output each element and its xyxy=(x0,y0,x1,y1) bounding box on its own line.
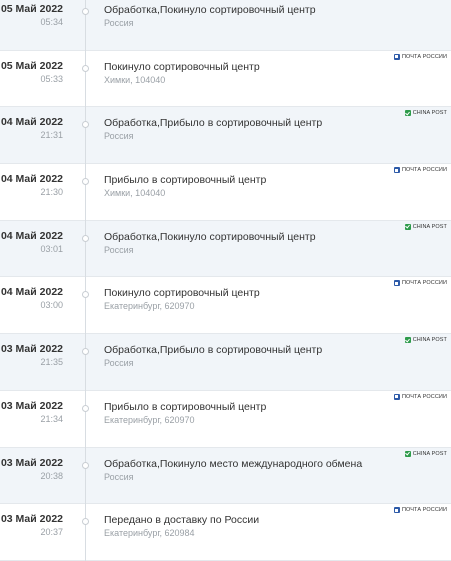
pochta-rossii-logo-icon xyxy=(393,280,400,287)
event-status: Покинуло сортировочный центр xyxy=(104,60,260,73)
event-date: 03 Май 2022 xyxy=(0,343,63,356)
tracking-event-row: 05 Май 2022 05:34 Обработка,Покинуло сорти… xyxy=(0,0,451,51)
event-time: 03:00 xyxy=(40,300,63,311)
tracking-event-row: 03 Май 2022 21:35 Обработка,Прибыло в сорт… xyxy=(0,334,451,391)
event-time: 21:35 xyxy=(40,357,63,368)
event-date: 05 Май 2022 xyxy=(0,59,63,72)
timeline-dot-icon xyxy=(82,178,89,186)
timeline-dot-icon xyxy=(82,291,89,299)
event-status: Обработка,Покинуло сортировочный центр xyxy=(104,4,316,16)
china-post-logo-icon xyxy=(404,223,411,230)
event-status: Прибыло в сортировочный центр xyxy=(104,400,267,413)
carrier-name: Почта России xyxy=(401,167,447,174)
event-status: Обработка,Покинуло сортировочный центр xyxy=(104,230,316,243)
tracking-event-row: 03 Май 2022 21:34 Прибыло в сортировочный … xyxy=(0,390,451,448)
timeline-line xyxy=(85,107,86,165)
tracking-event-row: 04 Май 2022 03:00 Покинуло сортировочный ц… xyxy=(0,277,451,335)
carrier-name: Почта России xyxy=(401,53,447,60)
carrier-badge: CHINA POST xyxy=(404,223,447,230)
event-location: Россия xyxy=(104,18,134,28)
carrier-badge: Почта России xyxy=(393,280,447,287)
china-post-logo-icon xyxy=(404,337,411,344)
pochta-rossii-logo-icon xyxy=(393,507,400,514)
pochta-rossii-logo-icon xyxy=(393,53,400,60)
timeline-dot-icon xyxy=(82,234,89,242)
timeline-line xyxy=(85,390,86,448)
timeline-line xyxy=(85,50,86,108)
event-time: 21:30 xyxy=(40,187,63,198)
carrier-name: CHINA POST xyxy=(412,450,447,457)
timeline-line xyxy=(85,220,86,278)
timeline-line xyxy=(85,447,86,505)
event-date: 03 Май 2022 xyxy=(0,399,63,412)
event-status: Обработка,Покинуло место международного … xyxy=(104,457,363,470)
tracking-event-row: 05 Май 2022 05:33 Покинуло сортировочный ц… xyxy=(0,50,451,108)
timeline-dot-icon xyxy=(82,64,89,72)
event-date: 03 Май 2022 xyxy=(0,456,63,469)
event-location: Екатеринбург, 620970 xyxy=(104,301,195,312)
timeline-line xyxy=(85,334,86,391)
tracking-event-row: 03 Май 2022 20:37 Передано в доставку по Р… xyxy=(0,504,451,561)
timeline-dot-icon xyxy=(82,8,89,15)
event-time: 05:34 xyxy=(40,17,63,27)
tracking-timeline: 05 Май 2022 05:34 Обработка,Покинуло сорти… xyxy=(0,0,451,561)
pochta-rossii-logo-icon xyxy=(393,393,400,400)
carrier-name: CHINA POST xyxy=(412,223,447,230)
carrier-badge: CHINA POST xyxy=(404,337,447,344)
event-date: 04 Май 2022 xyxy=(0,286,63,299)
event-location: Химки, 104040 xyxy=(104,74,166,85)
pochta-rossii-logo-icon xyxy=(393,167,400,174)
event-date: 04 Май 2022 xyxy=(0,173,63,186)
carrier-badge: CHINA POST xyxy=(404,110,447,117)
timeline-line xyxy=(85,504,86,561)
tracking-event-row: 04 Май 2022 21:30 Прибыло в сортировочный … xyxy=(0,164,451,221)
event-location: Россия xyxy=(104,244,134,255)
event-location: Россия xyxy=(104,471,134,482)
event-location: Екатеринбург, 620984 xyxy=(104,528,195,539)
timeline-line xyxy=(85,164,86,221)
event-status: Обработка,Прибыло в сортировочный центр xyxy=(104,344,323,357)
event-time: 20:37 xyxy=(40,527,63,538)
event-date: 03 Май 2022 xyxy=(0,513,63,526)
event-date: 04 Май 2022 xyxy=(0,229,63,242)
event-date: 04 Май 2022 xyxy=(0,116,63,129)
china-post-logo-icon xyxy=(404,450,411,457)
event-status: Передано в доставку по России xyxy=(104,514,260,527)
event-status: Покинуло сортировочный центр xyxy=(104,287,260,300)
china-post-logo-icon xyxy=(404,110,411,117)
carrier-name: Почта России xyxy=(401,507,447,514)
carrier-badge: Почта России xyxy=(393,53,447,60)
timeline-dot-icon xyxy=(82,518,89,526)
event-location: Россия xyxy=(104,358,134,369)
tracking-event-row: 04 Май 2022 21:31 Обработка,Прибыло в сорт… xyxy=(0,107,451,165)
event-time: 21:31 xyxy=(40,130,63,141)
carrier-name: Почта России xyxy=(401,280,447,287)
carrier-name: Почта России xyxy=(401,393,447,400)
timeline-dot-icon xyxy=(82,121,89,129)
timeline-dot-icon xyxy=(82,461,89,469)
carrier-badge: Почта России xyxy=(393,167,447,174)
tracking-event-row: 03 Май 2022 20:38 Обработка,Покинуло место… xyxy=(0,447,451,505)
timeline-dot-icon xyxy=(82,348,89,356)
event-location: Химки, 104040 xyxy=(104,188,166,199)
event-location: Россия xyxy=(104,131,134,142)
carrier-name: CHINA POST xyxy=(412,337,447,344)
carrier-badge: CHINA POST xyxy=(404,450,447,457)
event-time: 20:38 xyxy=(40,470,63,481)
event-time: 03:01 xyxy=(40,243,63,254)
timeline-dot-icon xyxy=(82,404,89,412)
carrier-name: CHINA POST xyxy=(412,110,447,117)
timeline-line xyxy=(85,277,86,335)
event-date: 05 Май 2022 xyxy=(0,3,63,15)
carrier-badge: Почта России xyxy=(393,507,447,514)
event-status: Прибыло в сортировочный центр xyxy=(104,174,267,187)
event-location: Екатеринбург, 620970 xyxy=(104,414,195,425)
event-time: 05:33 xyxy=(40,73,63,84)
tracking-event-row: 04 Май 2022 03:01 Обработка,Покинуло сорти… xyxy=(0,220,451,278)
event-status: Обработка,Прибыло в сортировочный центр xyxy=(104,117,323,130)
carrier-badge: Почта России xyxy=(393,393,447,400)
event-time: 21:34 xyxy=(40,413,63,424)
